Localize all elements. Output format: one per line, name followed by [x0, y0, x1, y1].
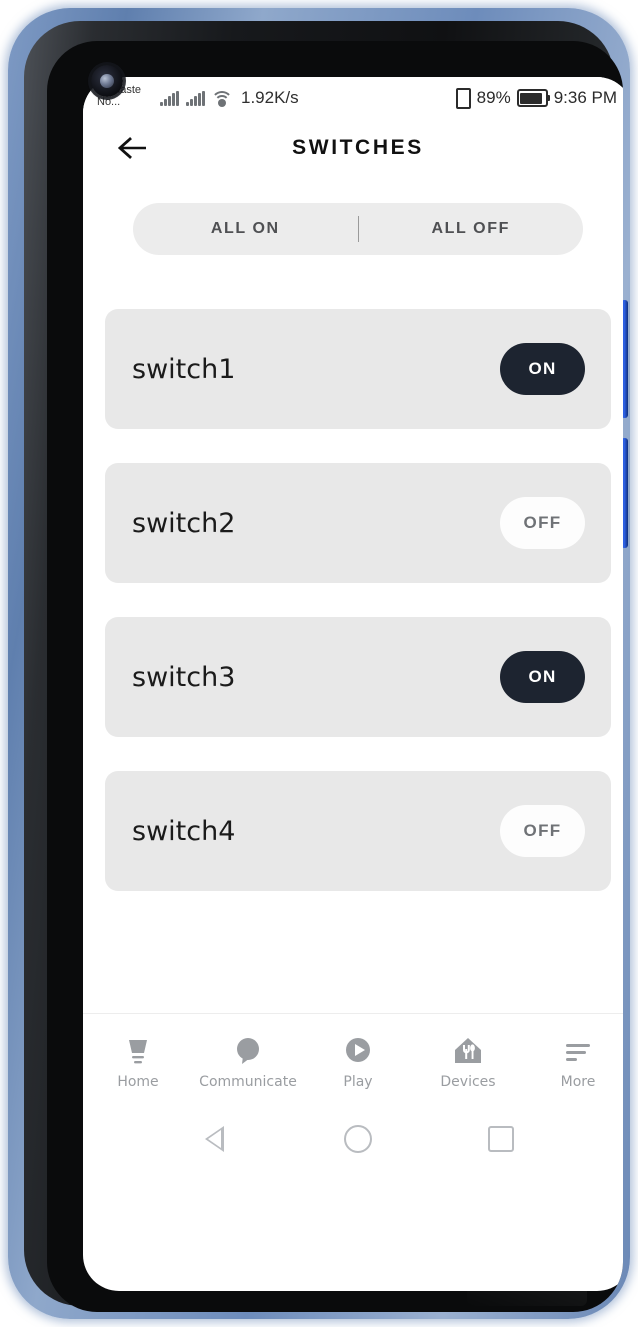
phone-bezel: Namaste No... 1.92K/s 89% 9:36 PM	[24, 21, 623, 1312]
switch-name-label: switch1	[132, 353, 236, 385]
speech-bubble-icon	[231, 1035, 265, 1067]
house-utensils-icon	[451, 1035, 485, 1067]
cellular-signal-icon	[160, 90, 179, 106]
menu-lines-icon	[561, 1035, 595, 1067]
phone-screen-housing: Namaste No... 1.92K/s 89% 9:36 PM	[47, 41, 623, 1312]
phone-hardware-frame: Namaste No... 1.92K/s 89% 9:36 PM	[8, 8, 630, 1319]
nav-item-play[interactable]: Play	[303, 1035, 413, 1090]
all-on-button[interactable]: ALL ON	[133, 220, 358, 238]
status-bar-right: 89% 9:36 PM	[455, 77, 617, 119]
battery-icon	[516, 89, 550, 107]
switch-state-toggle[interactable]: ON	[500, 343, 585, 395]
switch-state-toggle[interactable]: OFF	[500, 805, 585, 857]
switch-name-label: switch3	[132, 661, 236, 693]
status-bar-left: Namaste No... 1.92K/s	[97, 77, 299, 119]
switch-name-label: switch4	[132, 815, 236, 847]
all-off-button[interactable]: ALL OFF	[359, 220, 584, 238]
play-circle-icon	[341, 1035, 375, 1067]
arrow-left-icon	[118, 137, 146, 159]
phone-screen: Namaste No... 1.92K/s 89% 9:36 PM	[83, 77, 623, 1291]
status-bar: Namaste No... 1.92K/s 89% 9:36 PM	[83, 77, 623, 119]
clock-label: 9:36 PM	[553, 88, 617, 107]
switch-row: switch2 OFF	[105, 463, 611, 583]
switch-row: switch1 ON	[105, 309, 611, 429]
system-home-button[interactable]	[335, 1116, 381, 1162]
cellular-signal-icon-2	[186, 90, 205, 106]
app-header: SWITCHES	[83, 119, 623, 177]
main-content: ALL ON ALL OFF switch1 ON switch2 OFF switch…	[83, 203, 623, 1168]
battery-percent-label: 89%	[476, 88, 511, 107]
lamp-icon	[121, 1035, 155, 1067]
nav-item-communicate[interactable]: Communicate	[193, 1035, 303, 1090]
vibrate-icon	[455, 87, 471, 109]
wifi-icon	[211, 90, 233, 107]
nav-item-devices[interactable]: Devices	[413, 1035, 523, 1090]
home-circle-icon	[343, 1125, 372, 1153]
nav-item-more[interactable]: More	[523, 1035, 623, 1090]
switch-row: switch4 OFF	[105, 771, 611, 891]
nav-label-home: Home	[117, 1073, 159, 1090]
recents-square-icon	[488, 1126, 515, 1152]
nav-label-more: More	[560, 1073, 596, 1090]
switch-list: switch1 ON switch2 OFF switch3 ON switch4 OFF	[83, 309, 623, 891]
nav-item-home[interactable]: Home	[83, 1035, 193, 1090]
page-title: SWITCHES	[292, 136, 424, 159]
system-back-button[interactable]	[192, 1116, 238, 1162]
bottom-navigation-bar: Home Communicate Play Devices More	[83, 1013, 623, 1110]
nav-label-devices: Devices	[440, 1073, 496, 1090]
switch-row: switch3 ON	[105, 617, 611, 737]
network-speed-label: 1.92K/s	[241, 88, 299, 107]
all-toggle-bar: ALL ON ALL OFF	[133, 203, 583, 255]
switch-state-toggle[interactable]: ON	[500, 651, 585, 703]
nav-label-play: Play	[343, 1073, 373, 1090]
back-triangle-icon	[205, 1126, 225, 1152]
back-button[interactable]	[113, 128, 153, 168]
switch-name-label: switch2	[132, 507, 236, 539]
android-system-nav	[83, 1110, 623, 1168]
switch-state-toggle[interactable]: OFF	[500, 497, 585, 549]
system-recents-button[interactable]	[478, 1116, 524, 1162]
front-camera-punch-hole	[91, 65, 123, 97]
nav-label-communicate: Communicate	[199, 1073, 297, 1090]
